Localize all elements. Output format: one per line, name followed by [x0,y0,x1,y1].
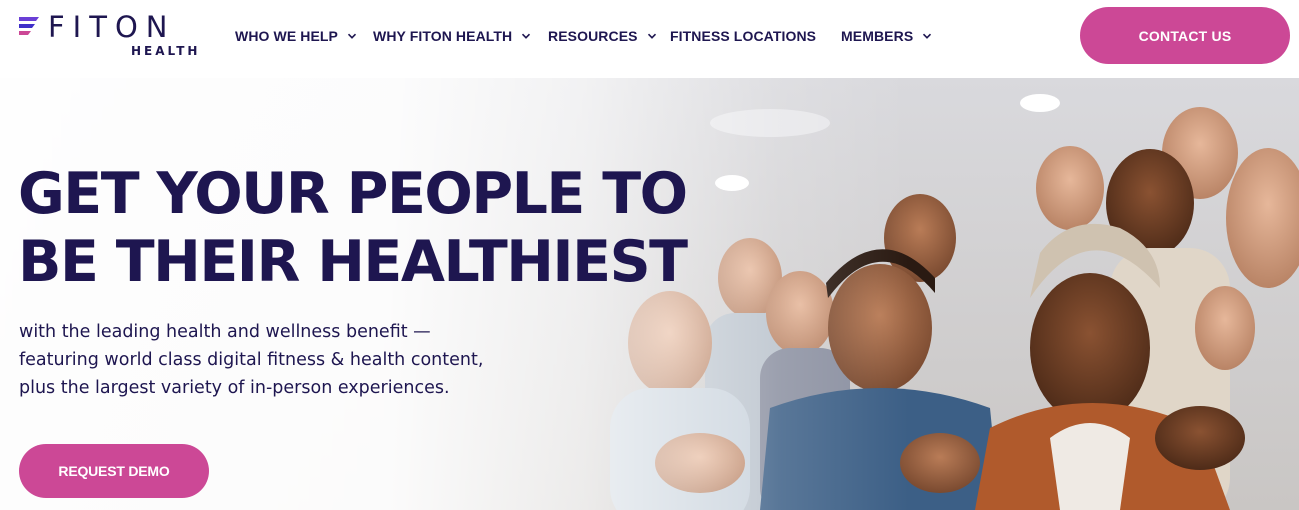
hero-section: GET YOUR PEOPLE TO BE THEIR HEALTHIEST w… [0,78,1299,510]
nav-item-why-fiton-health[interactable]: WHY FITON HEALTH [373,0,531,72]
nav-item-fitness-locations[interactable]: FITNESS LOCATIONS [670,0,816,72]
nav-label: WHO WE HELP [235,28,338,44]
chevron-down-icon [522,33,531,39]
chevron-down-icon [923,33,932,39]
logo-subtitle: HEALTH [131,44,201,58]
nav-item-resources[interactable]: RESOURCES [548,0,657,72]
site-header: FITON HEALTH WHO WE HELP WHY FITON HEALT… [0,0,1299,78]
nav-label: RESOURCES [548,28,638,44]
request-demo-button[interactable]: REQUEST DEMO [19,444,209,498]
nav-label: WHY FITON HEALTH [373,28,513,44]
nav-label: MEMBERS [841,28,914,44]
nav-item-members[interactable]: MEMBERS [841,0,932,72]
chevron-down-icon [347,33,357,39]
subtext-line: featuring world class digital fitness & … [19,350,484,370]
logo-wordmark: FITON [48,10,176,44]
hero-headline: GET YOUR PEOPLE TO BE THEIR HEALTHIEST [18,160,738,296]
hero-subtext: with the leading health and wellness ben… [19,318,539,402]
headline-line: BE THEIR HEALTHIEST [18,229,688,295]
subtext-line: with the leading health and wellness ben… [19,322,431,342]
fiton-logo-mark-icon [19,17,39,35]
nav-label: FITNESS LOCATIONS [670,28,817,44]
chevron-down-icon [647,33,656,39]
fiton-health-logo[interactable]: FITON HEALTH [18,10,198,62]
subtext-line: plus the largest variety of in-person ex… [19,378,450,398]
nav-item-who-we-help[interactable]: WHO WE HELP [235,0,357,72]
contact-us-button[interactable]: CONTACT US [1080,7,1290,64]
headline-line: GET YOUR PEOPLE TO [18,161,688,227]
